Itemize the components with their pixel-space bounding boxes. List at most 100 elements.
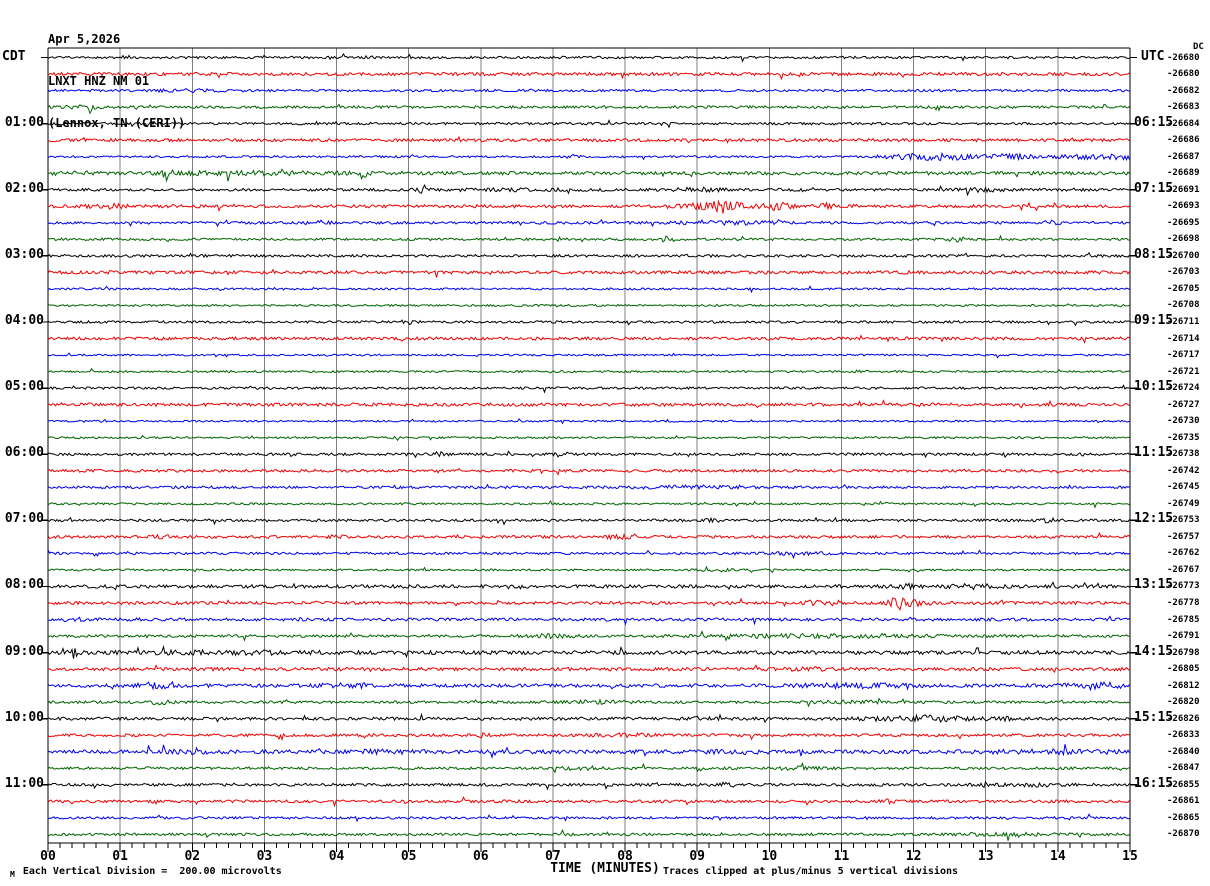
dc-offset-value: -26724 xyxy=(1167,383,1200,394)
dc-offset-value: -26745 xyxy=(1167,482,1200,493)
seismogram-trace-0030cdt xyxy=(47,87,1130,94)
minute-tick-label: 14 xyxy=(1050,849,1066,864)
seismogram-trace-0230cdt xyxy=(47,218,1130,228)
seismogram-trace-0415cdt xyxy=(47,334,1130,344)
dc-offset-value: -26730 xyxy=(1167,416,1200,427)
seismogram-trace-0115cdt xyxy=(47,135,1130,144)
seismogram-trace-1000cdt xyxy=(47,712,1130,724)
minute-tick-label: 09 xyxy=(689,849,706,864)
dc-offset-value: -26778 xyxy=(1167,597,1200,608)
clipping-note: Traces clipped at plus/minus 5 vertical … xyxy=(663,866,959,877)
dc-offset-value: -26686 xyxy=(1167,135,1200,146)
seismogram-trace-0215cdt xyxy=(47,199,1130,214)
minute-tick-label: 11 xyxy=(833,849,850,864)
seismogram-trace-0845cdt xyxy=(47,630,1130,642)
dc-offset-value: -26682 xyxy=(1167,85,1200,96)
seismogram-trace-0200cdt xyxy=(47,184,1130,197)
dc-offset-value: -26738 xyxy=(1167,449,1200,460)
dc-offset-value: -26865 xyxy=(1167,812,1200,823)
seismogram-trace-0600cdt xyxy=(47,450,1130,459)
dc-offset-value: -26820 xyxy=(1167,697,1200,708)
dc-offset-value: -26721 xyxy=(1167,366,1200,377)
minute-tick-label: 03 xyxy=(256,849,273,864)
seismogram-trace-0930cdt xyxy=(47,680,1130,692)
seismogram-trace-1115cdt xyxy=(47,796,1130,808)
dc-offset-value: -26683 xyxy=(1167,102,1200,113)
vertical-division-text: Each Vertical Division = 200.00 microvol… xyxy=(22,866,282,877)
dc-offset-value: -26680 xyxy=(1167,52,1200,63)
dc-offset-value: -26689 xyxy=(1167,168,1200,179)
seismogram-trace-0715cdt xyxy=(47,531,1130,541)
dc-offset-value: -26691 xyxy=(1167,184,1200,195)
dc-offset-value: -26708 xyxy=(1167,300,1200,311)
dc-offset-value: -26753 xyxy=(1167,515,1200,526)
seismogram-trace-1100cdt xyxy=(47,780,1130,791)
minute-tick-label: 10 xyxy=(761,849,778,864)
cdt-hour-label: 08:00 xyxy=(4,577,44,593)
seismogram-trace-0815cdt xyxy=(47,597,1130,611)
dc-offset-value: -26773 xyxy=(1167,581,1200,592)
seismogram-trace-0400cdt xyxy=(47,319,1130,327)
seismogram-trace-0730cdt xyxy=(47,549,1130,560)
dc-offset-value: -26847 xyxy=(1167,763,1200,774)
cdt-hour-label: 05:00 xyxy=(4,379,44,395)
dc-offset-value: -26826 xyxy=(1167,713,1200,724)
seismogram-trace-0700cdt xyxy=(47,516,1130,526)
seismogram-trace-1045cdt xyxy=(47,762,1130,774)
seismogram-trace-0745cdt xyxy=(47,565,1130,574)
dc-offset-value: -26695 xyxy=(1167,217,1200,228)
dc-offset-value: -26855 xyxy=(1167,779,1200,790)
minute-tick-label: 05 xyxy=(400,849,417,864)
seismogram-trace-0630cdt xyxy=(47,483,1130,491)
seismogram-trace-0915cdt xyxy=(47,664,1130,674)
dc-offset-value: -26727 xyxy=(1167,399,1200,410)
dc-offset-value: -26680 xyxy=(1167,69,1200,80)
seismogram-trace-0900cdt xyxy=(47,645,1130,659)
cdt-hour-label: 10:00 xyxy=(4,709,44,725)
helicorder-page: Apr 5,2026 LNXT HNZ NM 01 (Lennox, TN (C… xyxy=(0,0,1210,886)
dc-offset-value: -26805 xyxy=(1167,664,1200,675)
dc-offset-value: -26767 xyxy=(1167,564,1200,575)
minute-tick-label: 13 xyxy=(977,849,994,864)
seismogram-trace-0100cdt xyxy=(47,119,1130,129)
seismogram-trace-0945cdt xyxy=(47,697,1130,708)
dc-offset-value: -26749 xyxy=(1167,498,1200,509)
minute-tick-label: 04 xyxy=(328,849,345,864)
cdt-hour-label: 04:00 xyxy=(4,312,44,328)
dc-offset-value: -26861 xyxy=(1167,796,1200,807)
dc-offset-value: -26840 xyxy=(1167,746,1200,757)
cdt-hour-label: 11:00 xyxy=(4,775,44,791)
dc-offset-value: -26785 xyxy=(1167,614,1200,625)
dc-offset-value: -26703 xyxy=(1167,267,1200,278)
minute-tick-label: 06 xyxy=(472,849,489,864)
dc-offset-value: -26698 xyxy=(1167,234,1200,245)
dc-offset-value: -26735 xyxy=(1167,432,1200,443)
dc-offset-value: -26700 xyxy=(1167,250,1200,261)
dc-offset-value: -26714 xyxy=(1167,333,1200,344)
x-axis-title: TIME (MINUTES) xyxy=(550,861,660,876)
minute-tick-label: 12 xyxy=(905,849,922,864)
dc-offset-value: -26870 xyxy=(1167,829,1200,840)
seismogram-trace-0315cdt xyxy=(47,268,1130,278)
dc-offset-value: -26762 xyxy=(1167,548,1200,559)
seismogram-trace-0300cdt xyxy=(47,251,1130,259)
seismogram-trace-0145cdt xyxy=(47,168,1130,183)
dc-offset-value: -26705 xyxy=(1167,283,1200,294)
dc-offset-value: -26757 xyxy=(1167,531,1200,542)
seismogram-trace-0045cdt xyxy=(47,103,1130,115)
seismogram-trace-0430cdt xyxy=(47,352,1130,359)
vertical-division-note: M Each Vertical Division = 200.00 microvo… xyxy=(10,866,282,879)
cdt-hour-label: 07:00 xyxy=(4,511,44,527)
seismogram-plot xyxy=(41,47,1137,852)
seismogram-trace-0615cdt xyxy=(47,468,1130,476)
seismogram-trace-1030cdt xyxy=(47,744,1130,759)
minute-tick-label: 01 xyxy=(112,849,128,864)
seismogram-trace-0345cdt xyxy=(47,303,1130,308)
seismogram-trace-0645cdt xyxy=(47,499,1130,509)
minute-tick-label: 15 xyxy=(1122,849,1138,864)
dc-offset-value: -26684 xyxy=(1167,118,1200,129)
microvolt-glyph: M xyxy=(10,870,15,879)
seismogram-trace-0800cdt xyxy=(47,581,1130,592)
dc-offset-value: -26833 xyxy=(1167,730,1200,741)
dc-offset-value: -26693 xyxy=(1167,201,1200,212)
